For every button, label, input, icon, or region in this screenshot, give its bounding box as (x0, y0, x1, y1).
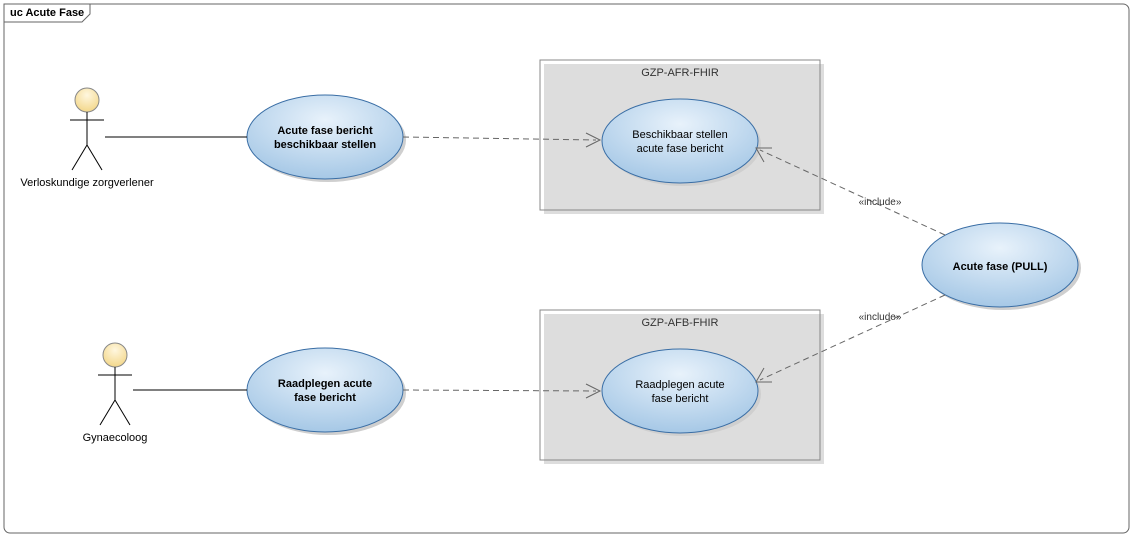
usecase-diagram: uc Acute Fase Verloskundige zorgverlener… (0, 0, 1133, 537)
usecase-uc3-l2: fase bericht (294, 392, 356, 404)
actor-gynaecoloog: Gynaecoloog (83, 343, 148, 444)
usecase-uc2-l1: Beschikbaar stellen (632, 129, 727, 141)
boundary-b2-label: GZP-AFB-FHIR (642, 317, 719, 329)
usecase-acute-fase-bericht-beschikbaar-stellen: Acute fase bericht beschikbaar stellen (247, 95, 406, 182)
usecase-uc3-l1: Raadplegen acute (278, 378, 372, 390)
usecase-raadplegen-acute-fase-bericht-outer: Raadplegen acute fase bericht (247, 348, 406, 435)
usecase-uc1-l1: Acute fase bericht (277, 125, 373, 137)
usecase-uc5-l1: Acute fase (PULL) (953, 261, 1048, 273)
actor-verloskundige: Verloskundige zorgverlener (20, 88, 154, 189)
diagram-title: uc Acute Fase (10, 7, 84, 19)
actor-verloskundige-label: Verloskundige zorgverlener (20, 177, 154, 189)
boundary-b1-label: GZP-AFR-FHIR (641, 67, 719, 79)
usecase-acute-fase-pull: Acute fase (PULL) (922, 223, 1081, 310)
include-label-bottom: «include» (859, 312, 902, 323)
usecase-uc4-l1: Raadplegen acute (635, 379, 724, 391)
usecase-uc2-l2: acute fase bericht (637, 143, 724, 155)
usecase-uc4-l2: fase bericht (652, 393, 709, 405)
include-label-top: «include» (859, 197, 902, 208)
actor-gynaecoloog-label: Gynaecoloog (83, 432, 148, 444)
usecase-uc1-l2: beschikbaar stellen (274, 139, 376, 151)
